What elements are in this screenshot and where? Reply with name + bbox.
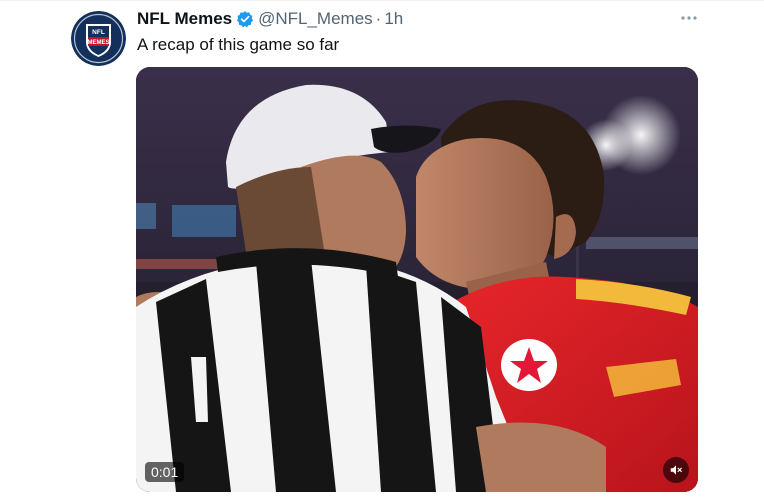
header-separator: · [375,9,382,28]
avatar[interactable]: NFL MEMES [71,11,126,66]
tweet-text: A recap of this game so far [137,35,340,54]
more-options-icon[interactable] [678,8,700,28]
tweet-header: NFL Memes @NFL_Memes · 1h [137,8,403,30]
tweet-time[interactable]: 1h [384,9,403,29]
muted-speaker-icon[interactable] [663,457,689,483]
user-handle[interactable]: @NFL_Memes [258,9,373,29]
verified-badge-icon [236,10,254,28]
display-name[interactable]: NFL Memes [137,9,232,29]
nfl-memes-logo: NFL MEMES [71,11,126,66]
video-player[interactable]: 0:01 [136,67,698,492]
video-frame [136,67,698,492]
avatar-bottom-text: MEMES [87,40,109,46]
avatar-top-text: NFL [92,29,105,36]
video-timestamp: 0:01 [145,462,185,482]
top-divider [0,0,764,1]
tweet-card[interactable]: NFL MEMES NFL Memes @NFL_Memes · 1h A re… [0,0,764,500]
